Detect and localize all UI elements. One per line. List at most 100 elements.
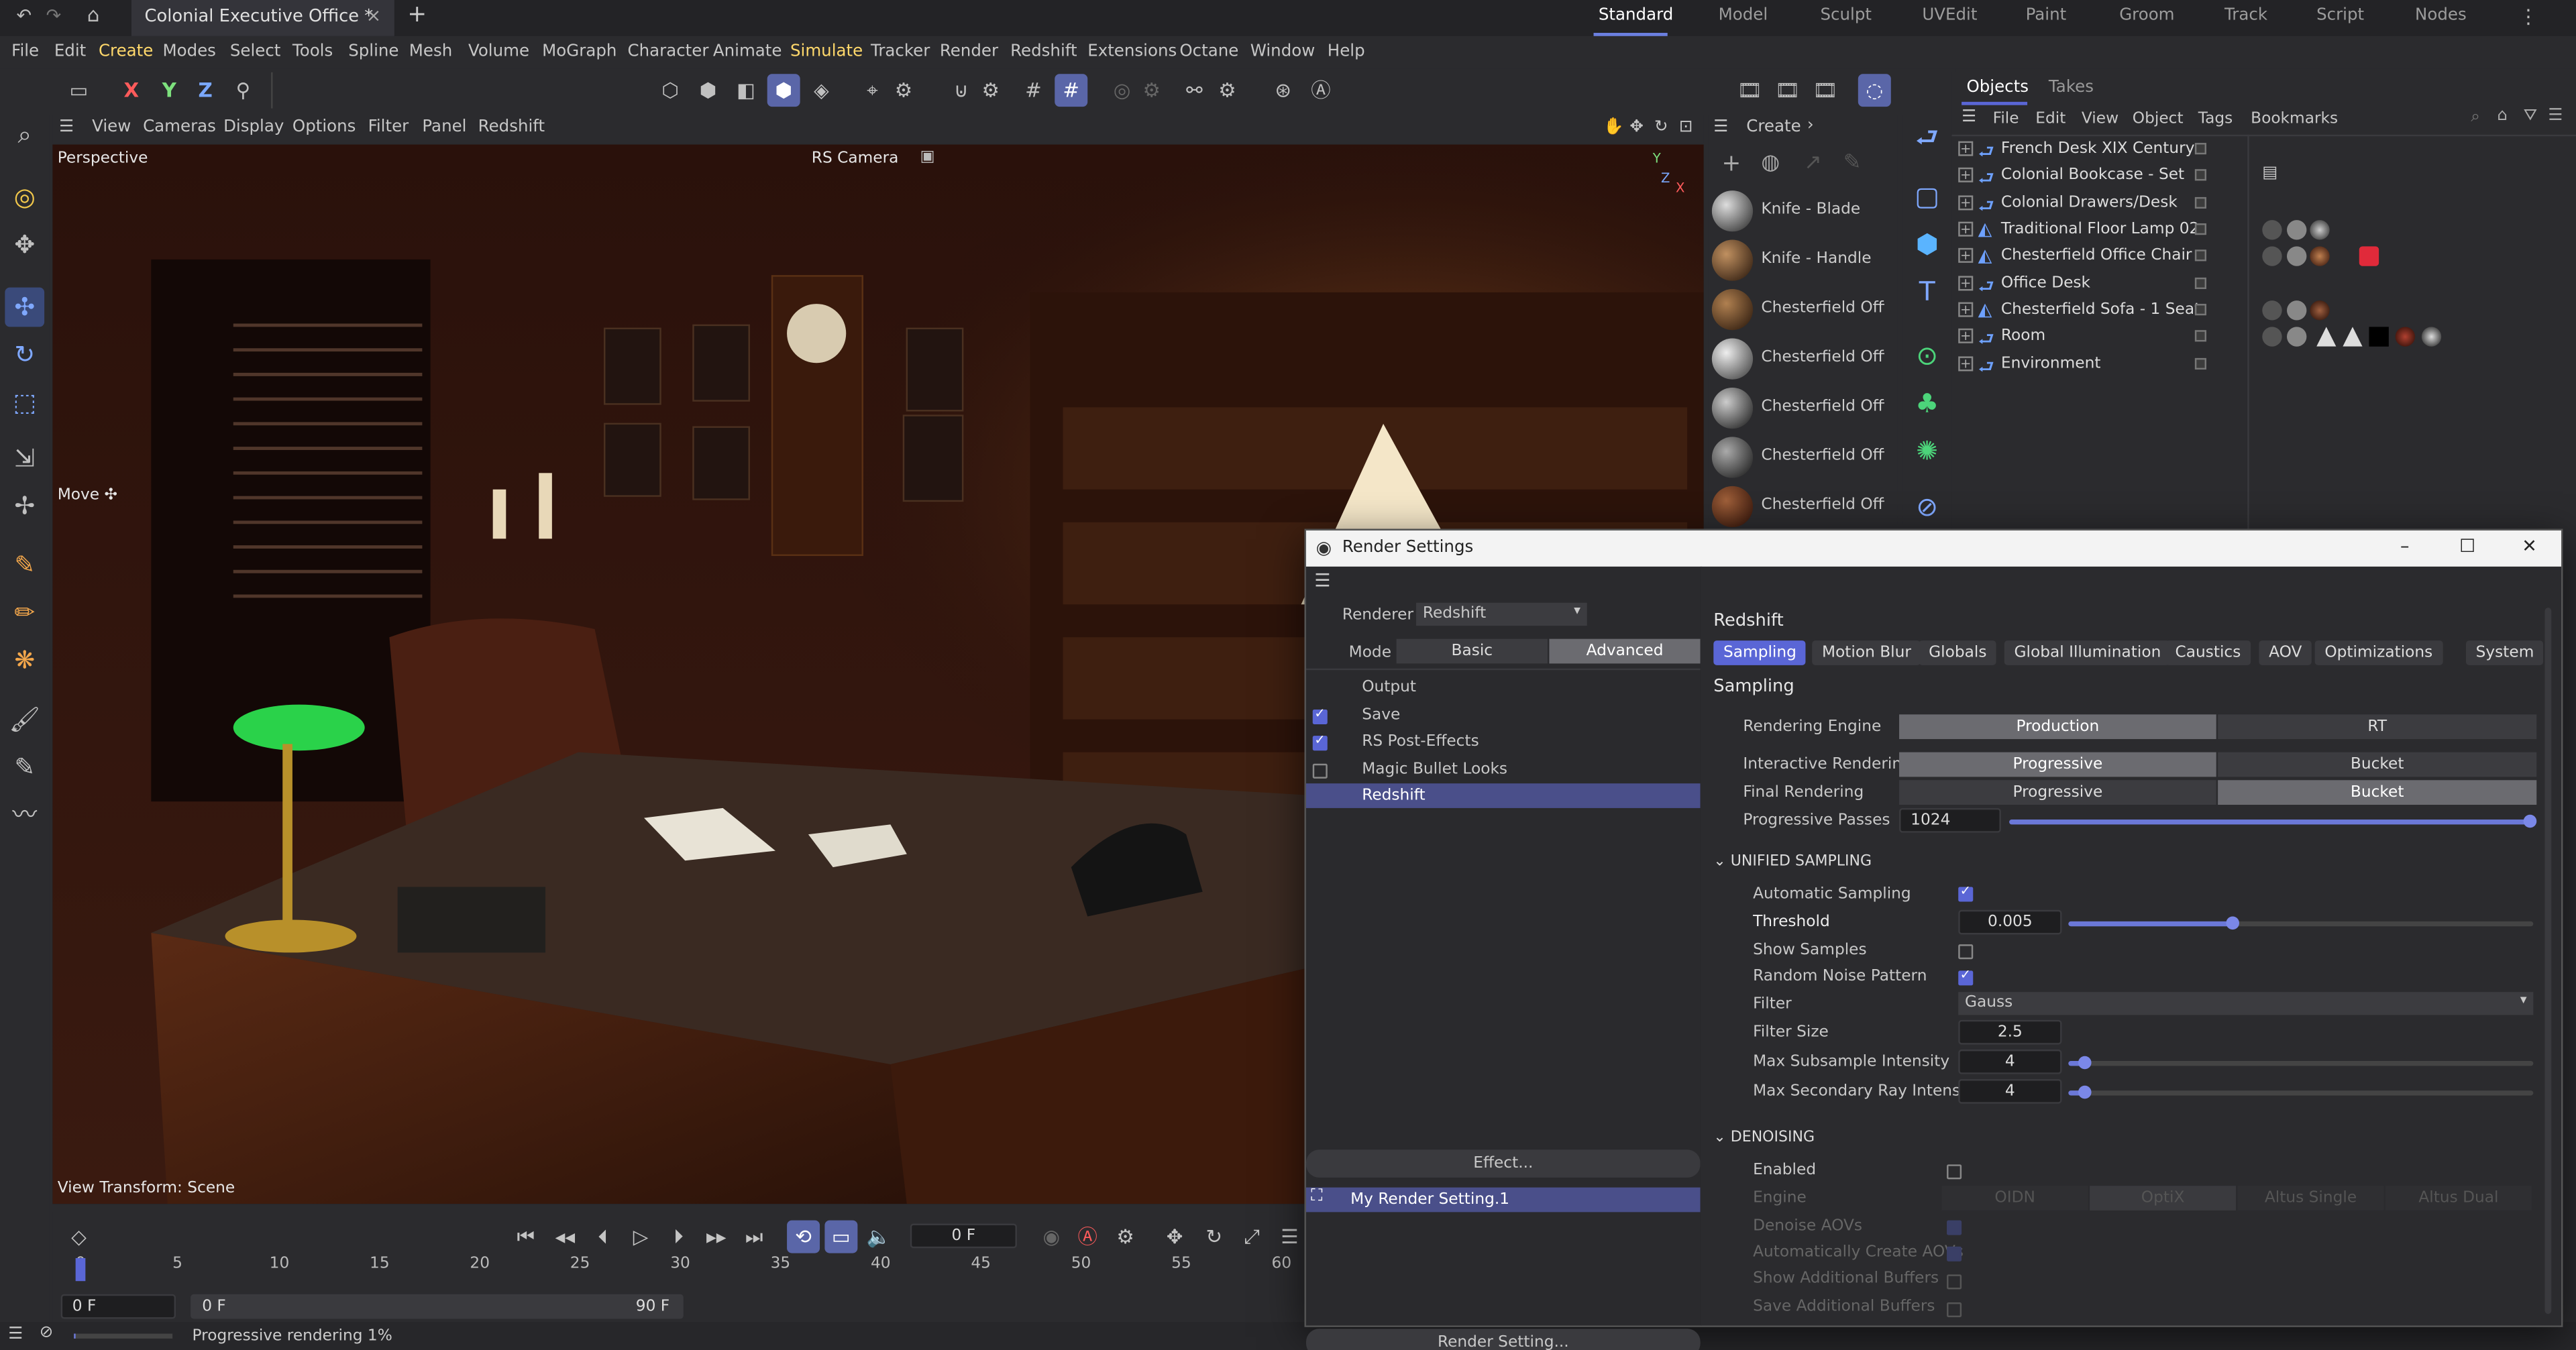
rotate-view-icon[interactable]: ↻: [1654, 118, 1668, 136]
settings-item-redshift-selected[interactable]: Redshift: [1305, 783, 1701, 808]
obj-menu-bookmarks[interactable]: Bookmarks: [2251, 110, 2338, 128]
viewport-camera-name[interactable]: RS Camera: [812, 150, 899, 168]
material-item[interactable]: Knife - Blade: [1709, 187, 1892, 233]
material-tag-icon[interactable]: [2310, 220, 2330, 240]
minimize-button[interactable]: –: [2400, 535, 2409, 557]
timeline-ruler[interactable]: 0 5 10 15 20 25 30 35 40 45 50 55 60: [75, 1248, 1291, 1282]
effect-button[interactable]: Effect...: [1305, 1149, 1701, 1178]
object-row[interactable]: + ⮐ French Desk XIX Century: [1958, 138, 2566, 164]
obj-menu-edit[interactable]: Edit: [2035, 110, 2065, 128]
expand-icon[interactable]: +: [1958, 167, 1974, 182]
layout-tab-nodes[interactable]: Nodes: [2415, 7, 2467, 25]
points-mode-icon[interactable]: ⬡: [654, 74, 687, 107]
renderer-dropdown[interactable]: Redshift ▾: [1416, 602, 1587, 626]
tab-motion-blur[interactable]: Motion Blur: [1812, 640, 1921, 665]
close-icon[interactable]: ×: [366, 5, 382, 26]
live-selection-icon[interactable]: ◎: [5, 177, 44, 217]
max-subsample-field[interactable]: 4: [1958, 1049, 2062, 1074]
expand-icon[interactable]: +: [1958, 221, 1974, 237]
obj-menu-view[interactable]: View: [2082, 110, 2118, 128]
field-icon[interactable]: ⊘: [1907, 488, 1947, 527]
save-checkbox[interactable]: [1312, 706, 1328, 725]
camera-icon[interactable]: ▣: [920, 148, 934, 166]
more-icon[interactable]: ⋮: [2518, 5, 2538, 27]
placement-tool-icon[interactable]: ✢: [5, 486, 44, 526]
menu-window[interactable]: Window: [1250, 43, 1316, 61]
dialog-menu-icon[interactable]: ☰: [1314, 570, 1330, 592]
axis-settings-icon[interactable]: ⚙: [887, 74, 920, 107]
dialog-title-bar[interactable]: ◉ Render Settings – ☐ ✕: [1305, 530, 2561, 567]
new-tab-icon[interactable]: +: [407, 1, 427, 27]
expand-icon[interactable]: +: [1958, 195, 1974, 211]
search-icon[interactable]: ⌕: [5, 115, 44, 154]
expand-icon[interactable]: +: [1958, 276, 1974, 291]
final-progressive-button[interactable]: Progressive: [1899, 780, 2216, 805]
list-icon[interactable]: ☰: [2548, 107, 2563, 125]
pan-icon[interactable]: ✋: [1603, 118, 1623, 136]
maximize-view-icon[interactable]: ⊡: [1679, 118, 1693, 136]
triangle-tag-icon[interactable]: [2343, 327, 2363, 347]
tag-icon[interactable]: [2287, 246, 2307, 266]
filter-dropdown[interactable]: Gauss ▾: [1958, 992, 2534, 1015]
tab-optimizations[interactable]: Optimizations: [2314, 640, 2443, 665]
layout-tab-uvedit[interactable]: UVEdit: [1922, 7, 1977, 25]
render-settings-icon[interactable]: 🎞: [1809, 74, 1841, 107]
grid-icon[interactable]: #: [1017, 74, 1050, 107]
vp-menu-cameras[interactable]: Cameras: [143, 118, 216, 136]
engine-optix-button[interactable]: OptiX: [2090, 1186, 2237, 1211]
layout-tab-sculpt[interactable]: Sculpt: [1820, 7, 1871, 25]
expand-icon[interactable]: +: [1958, 141, 1974, 156]
chevron-right-icon[interactable]: ›: [1807, 117, 1814, 135]
mode-basic-button[interactable]: Basic: [1396, 638, 1548, 664]
frame-range-slider[interactable]: 0 F 90 F: [191, 1294, 684, 1319]
vp-menu-redshift[interactable]: Redshift: [478, 118, 545, 136]
threshold-slider[interactable]: [2068, 916, 2534, 930]
progressive-passes-field[interactable]: 1024: [1899, 807, 2001, 833]
expand-icon[interactable]: +: [1958, 302, 1974, 317]
tag-icon[interactable]: [2287, 327, 2307, 347]
document-tab[interactable]: Colonial Executive Office * ×: [131, 0, 394, 36]
deformer-icon[interactable]: ✺: [1907, 432, 1947, 471]
search-icon[interactable]: ⌕: [2471, 109, 2480, 127]
world-coordinates-icon[interactable]: ⚲: [227, 74, 260, 107]
tab-global-illumination[interactable]: Global Illumination: [2004, 640, 2171, 665]
material-arrow-icon[interactable]: ↗: [1804, 151, 1822, 176]
render-setting-button[interactable]: Render Setting...: [1305, 1329, 1701, 1350]
scale-tool-icon[interactable]: ⬚: [5, 383, 44, 423]
slider-knob[interactable]: [2078, 1085, 2092, 1099]
max-subsample-slider[interactable]: [2068, 1056, 2534, 1070]
expand-icon[interactable]: +: [1958, 247, 1974, 263]
material-item[interactable]: Knife - Handle: [1709, 237, 1892, 283]
mode-advanced-button[interactable]: Advanced: [1549, 638, 1701, 664]
start-frame-field[interactable]: 0 F: [60, 1294, 176, 1319]
material-item[interactable]: Chesterfield Office: [1709, 384, 1892, 431]
auto-create-aovs-checkbox[interactable]: [1947, 1246, 1962, 1261]
menu-create[interactable]: Create: [99, 43, 153, 61]
model-mode-icon[interactable]: ⬢: [767, 74, 800, 107]
magic-bullet-checkbox[interactable]: [1312, 763, 1328, 779]
lock-icon[interactable]: ⊛: [1267, 74, 1299, 107]
final-bucket-button[interactable]: Bucket: [2218, 780, 2537, 805]
menu-mesh[interactable]: Mesh: [409, 43, 452, 61]
axis-y-button[interactable]: Y: [153, 74, 186, 107]
obj-menu-file[interactable]: File: [1993, 110, 2019, 128]
ipr-icon[interactable]: ◌: [1858, 74, 1891, 107]
tag-icon[interactable]: [2262, 300, 2282, 321]
menu-help[interactable]: Help: [1328, 43, 1365, 61]
vp-menu-filter[interactable]: Filter: [368, 118, 409, 136]
material-tag-icon[interactable]: [2395, 327, 2416, 347]
transform-tool-icon[interactable]: ⇲: [5, 439, 44, 478]
vp-menu-display[interactable]: Display: [223, 118, 284, 136]
material-item[interactable]: Chesterfield Office: [1709, 434, 1892, 480]
material-tag-icon[interactable]: [2310, 300, 2330, 321]
filter-size-field[interactable]: 2.5: [1958, 1019, 2062, 1045]
menu-tools[interactable]: Tools: [292, 43, 333, 61]
expand-icon[interactable]: +: [1958, 356, 1974, 372]
engine-altus-single-button[interactable]: Altus Single: [2237, 1186, 2384, 1211]
symmetry-settings-icon[interactable]: ⚙: [1211, 74, 1244, 107]
vp-menu-options[interactable]: Options: [292, 118, 356, 136]
settings-item-output[interactable]: Output: [1362, 678, 1416, 696]
menu-spline[interactable]: Spline: [348, 43, 398, 61]
visibility-toggle[interactable]: [2194, 277, 2207, 290]
rotate-tool-icon[interactable]: ↻: [5, 335, 44, 375]
